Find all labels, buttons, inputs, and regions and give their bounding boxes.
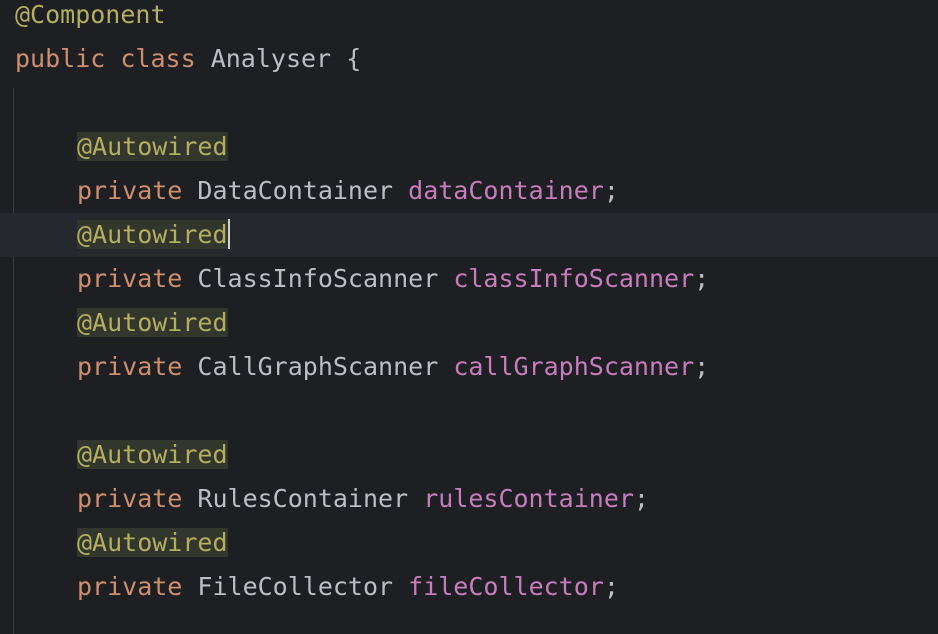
code-line[interactable]: private ClassInfoScanner classInfoScanne… <box>0 257 938 301</box>
annotation-token: @Autowired <box>77 440 228 469</box>
code-line[interactable] <box>0 389 938 433</box>
code-line[interactable]: private CallGraphScanner callGraphScanne… <box>0 345 938 389</box>
annotation-token: @Autowired <box>77 132 228 161</box>
code-line[interactable]: @Autowired <box>0 125 938 169</box>
code-line[interactable]: @Autowired <box>0 521 938 565</box>
code-line[interactable]: private DataContainer dataContainer; <box>0 169 938 213</box>
semicolon-token: ; <box>603 572 619 601</box>
keyword-token: class <box>120 44 196 73</box>
code-line[interactable]: private RulesContainer rulesContainer; <box>0 477 938 521</box>
field-token: callGraphScanner <box>453 352 695 381</box>
semicolon-token: ; <box>633 484 649 513</box>
brace-token: { <box>346 44 362 73</box>
current-line[interactable]: @Autowired <box>0 213 938 257</box>
annotation-token: @Component <box>15 0 166 29</box>
semicolon-token: ; <box>694 352 710 381</box>
annotation-token: @Autowired <box>77 308 228 337</box>
type-token: ClassInfoScanner <box>197 264 439 293</box>
semicolon-token: ; <box>603 176 619 205</box>
annotation-token: @Autowired <box>77 220 228 249</box>
keyword-token: private <box>77 264 183 293</box>
keyword-token: public <box>15 44 106 73</box>
field-token: classInfoScanner <box>453 264 695 293</box>
code-line[interactable] <box>0 81 938 125</box>
field-token: fileCollector <box>408 572 604 601</box>
keyword-token: private <box>77 572 183 601</box>
type-token: RulesContainer <box>197 484 409 513</box>
code-line[interactable]: @Component <box>0 0 938 37</box>
class-name-token: Analyser <box>210 44 332 73</box>
semicolon-token: ; <box>694 264 710 293</box>
type-token: DataContainer <box>197 176 394 205</box>
field-token: rulesContainer <box>423 484 634 513</box>
annotation-token: @Autowired <box>77 528 228 557</box>
keyword-token: private <box>77 484 183 513</box>
code-line[interactable]: @Autowired <box>0 301 938 345</box>
code-line[interactable]: @Autowired <box>0 433 938 477</box>
keyword-token: private <box>77 176 183 205</box>
code-line[interactable]: public class Analyser { <box>0 37 938 81</box>
type-token: CallGraphScanner <box>197 352 439 381</box>
code-line[interactable]: private FileCollector fileCollector; <box>0 565 938 609</box>
code-editor[interactable]: @Component public class Analyser { @Auto… <box>0 0 938 634</box>
type-token: FileCollector <box>197 572 394 601</box>
keyword-token: private <box>77 352 183 381</box>
field-token: dataContainer <box>408 176 604 205</box>
text-caret <box>227 219 230 249</box>
